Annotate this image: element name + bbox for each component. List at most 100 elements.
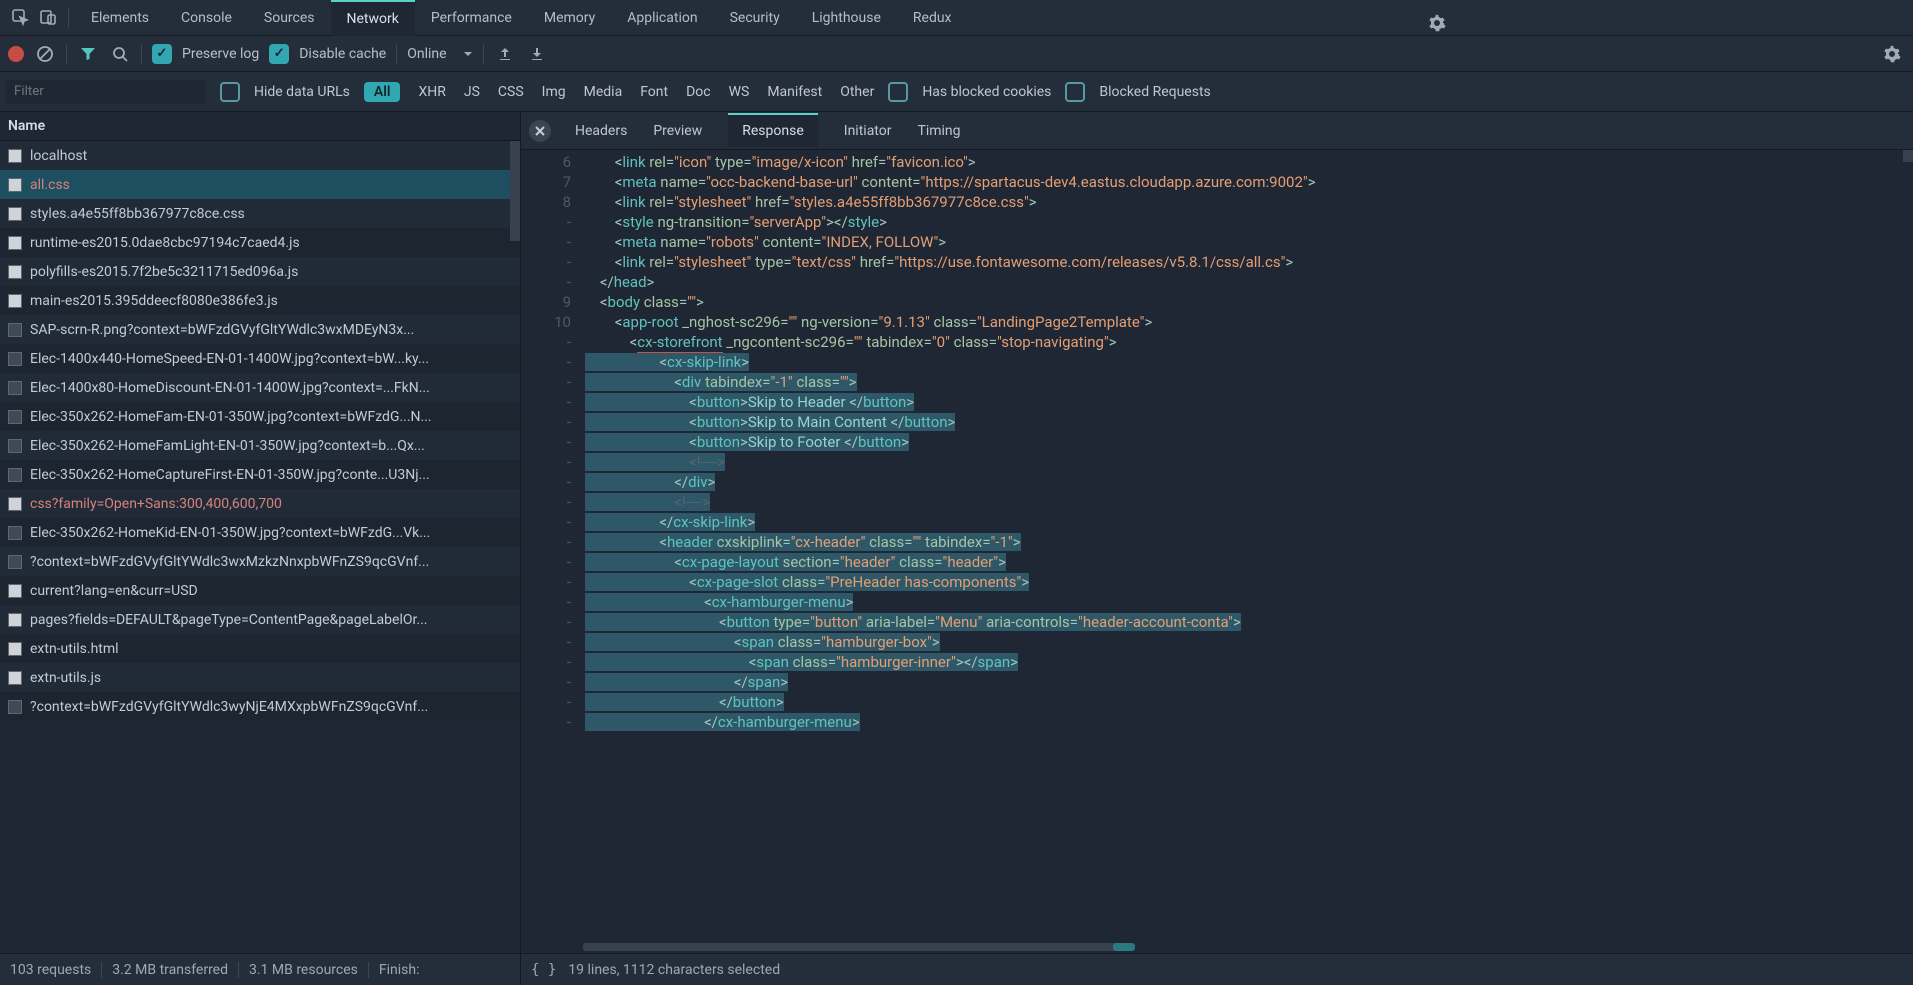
tab-application[interactable]: Application	[611, 0, 713, 36]
file-type-icon	[8, 381, 22, 395]
network-toolbar: ✓ Preserve log ✓ Disable cache Online	[0, 36, 1913, 72]
search-icon[interactable]	[109, 43, 131, 65]
request-name: Elec-350x262-HomeKid-EN-01-350W.jpg?cont…	[30, 525, 430, 541]
scrollbar-vertical[interactable]	[510, 141, 520, 241]
record-button[interactable]	[8, 46, 24, 62]
scrollbar-vertical[interactable]	[1903, 150, 1913, 162]
request-name: SAP-scrn-R.png?context=bWFzdGVyfGltYWdlc…	[30, 322, 414, 338]
hide-data-urls-checkbox[interactable]	[220, 82, 240, 102]
pretty-print-icon[interactable]: { }	[531, 962, 556, 978]
filter-type-ws[interactable]: WS	[729, 84, 750, 100]
detail-tab-timing[interactable]: Timing	[917, 115, 960, 147]
request-row[interactable]: Elec-350x262-HomeFam-EN-01-350W.jpg?cont…	[0, 402, 520, 431]
request-row[interactable]: styles.a4e55ff8bb367977c8ce.css	[0, 199, 520, 228]
request-name: Elec-1400x440-HomeSpeed-EN-01-1400W.jpg?…	[30, 351, 429, 367]
request-row[interactable]: Elec-1400x80-HomeDiscount-EN-01-1400W.jp…	[0, 373, 520, 402]
tab-network[interactable]: Network	[331, 0, 415, 36]
blocked-cookies-checkbox[interactable]	[888, 82, 908, 102]
request-row[interactable]: Elec-1400x440-HomeSpeed-EN-01-1400W.jpg?…	[0, 344, 520, 373]
filter-bar: Hide data URLs AllXHRJSCSSImgMediaFontDo…	[0, 72, 1913, 112]
request-row[interactable]: ?context=bWFzdGVyfGltYWdlc3wyNjE4MXxpbWF…	[0, 692, 520, 721]
request-row[interactable]: ?context=bWFzdGVyfGltYWdlc3wxMzkzNnxpbWF…	[0, 547, 520, 576]
filter-type-xhr[interactable]: XHR	[418, 84, 445, 100]
filter-funnel-icon[interactable]	[77, 43, 99, 65]
inspect-icon[interactable]	[6, 4, 34, 32]
disable-cache-label: Disable cache	[299, 46, 386, 62]
request-name: css?family=Open+Sans:300,400,600,700	[30, 496, 282, 512]
file-type-icon	[8, 497, 22, 511]
file-type-icon	[8, 265, 22, 279]
blocked-requests-checkbox[interactable]	[1065, 82, 1085, 102]
tab-elements[interactable]: Elements	[75, 0, 165, 36]
tab-security[interactable]: Security	[714, 0, 796, 36]
selection-info: 19 lines, 1112 characters selected	[568, 962, 780, 978]
request-row[interactable]: Elec-350x262-HomeCaptureFirst-EN-01-350W…	[0, 460, 520, 489]
request-name: Elec-1400x80-HomeDiscount-EN-01-1400W.jp…	[30, 380, 430, 396]
tab-lighthouse[interactable]: Lighthouse	[796, 0, 897, 36]
tab-performance[interactable]: Performance	[415, 0, 528, 36]
filter-type-other[interactable]: Other	[840, 84, 874, 100]
name-column-header[interactable]: Name	[0, 112, 520, 141]
request-name: Elec-350x262-HomeCaptureFirst-EN-01-350W…	[30, 467, 430, 483]
download-icon[interactable]	[526, 43, 548, 65]
request-row[interactable]: Elec-350x262-HomeKid-EN-01-350W.jpg?cont…	[0, 518, 520, 547]
file-type-icon	[8, 613, 22, 627]
request-detail-panel: Headers Preview Response Initiator Timing 67…	[521, 112, 1913, 953]
request-name: Elec-350x262-HomeFam-EN-01-350W.jpg?cont…	[30, 409, 432, 425]
scrollbar-horizontal-thumb[interactable]	[1113, 943, 1135, 951]
tab-console[interactable]: Console	[165, 0, 248, 36]
blocked-requests-label: Blocked Requests	[1099, 84, 1210, 100]
request-name: all.css	[30, 177, 70, 193]
device-toggle-icon[interactable]	[34, 4, 62, 32]
request-row[interactable]: css?family=Open+Sans:300,400,600,700	[0, 489, 520, 518]
filter-type-img[interactable]: Img	[542, 84, 566, 100]
detail-tab-response[interactable]: Response	[728, 113, 818, 147]
scrollbar-horizontal[interactable]	[583, 943, 1123, 951]
main-tabs-bar: ElementsConsoleSourcesNetworkPerformance…	[0, 0, 1913, 36]
request-row[interactable]: extn-utils.html	[0, 634, 520, 663]
tab-sources[interactable]: Sources	[248, 0, 331, 36]
detail-tab-headers[interactable]: Headers	[575, 115, 627, 147]
request-row[interactable]: localhost	[0, 141, 520, 170]
preserve-log-checkbox[interactable]: ✓	[152, 44, 172, 64]
filter-type-css[interactable]: CSS	[498, 84, 524, 100]
request-row[interactable]: Elec-350x262-HomeFamLight-EN-01-350W.jpg…	[0, 431, 520, 460]
request-name: localhost	[30, 148, 87, 164]
file-type-icon	[8, 468, 22, 482]
close-detail-icon[interactable]	[529, 120, 551, 142]
filter-type-all[interactable]: All	[364, 82, 401, 102]
request-row[interactable]: current?lang=en&curr=USD	[0, 576, 520, 605]
detail-tab-preview[interactable]: Preview	[653, 115, 702, 147]
request-row[interactable]: main-es2015.395ddeecf8080e386fe3.js	[0, 286, 520, 315]
response-code-pane[interactable]: 678----910-------------------- <link rel…	[521, 150, 1913, 953]
filter-type-font[interactable]: Font	[640, 84, 668, 100]
request-row[interactable]: pages?fields=DEFAULT&pageType=ContentPag…	[0, 605, 520, 634]
disable-cache-checkbox[interactable]: ✓	[269, 44, 289, 64]
upload-icon[interactable]	[494, 43, 516, 65]
request-row[interactable]: all.css	[0, 170, 520, 199]
request-row[interactable]: polyfills-es2015.7f2be5c3211715ed096a.js	[0, 257, 520, 286]
filter-type-media[interactable]: Media	[584, 84, 623, 100]
filter-type-js[interactable]: JS	[464, 84, 480, 100]
clear-icon[interactable]	[34, 43, 56, 65]
file-type-icon	[8, 149, 22, 163]
request-name: Elec-350x262-HomeFamLight-EN-01-350W.jpg…	[30, 438, 425, 454]
requests-panel: Name localhost all.css styles.a4e55ff8bb36…	[0, 112, 521, 953]
file-type-icon	[8, 671, 22, 685]
detail-tab-initiator[interactable]: Initiator	[844, 115, 892, 147]
filter-type-doc[interactable]: Doc	[686, 84, 711, 100]
filter-input[interactable]	[6, 80, 206, 104]
request-name: styles.a4e55ff8bb367977c8ce.css	[30, 206, 245, 222]
filter-type-manifest[interactable]: Manifest	[767, 84, 822, 100]
request-name: current?lang=en&curr=USD	[30, 583, 198, 599]
tab-redux[interactable]: Redux	[897, 0, 968, 36]
request-row[interactable]: SAP-scrn-R.png?context=bWFzdGVyfGltYWdlc…	[0, 315, 520, 344]
network-settings-gear-icon[interactable]	[1881, 43, 1903, 65]
tab-memory[interactable]: Memory	[528, 0, 611, 36]
throttling-select[interactable]: Online	[407, 46, 464, 62]
request-name: extn-utils.html	[30, 641, 119, 657]
request-name: polyfills-es2015.7f2be5c3211715ed096a.js	[30, 264, 298, 280]
settings-gear-icon[interactable]	[1423, 9, 1451, 37]
request-row[interactable]: extn-utils.js	[0, 663, 520, 692]
request-row[interactable]: runtime-es2015.0dae8cbc97194c7caed4.js	[0, 228, 520, 257]
